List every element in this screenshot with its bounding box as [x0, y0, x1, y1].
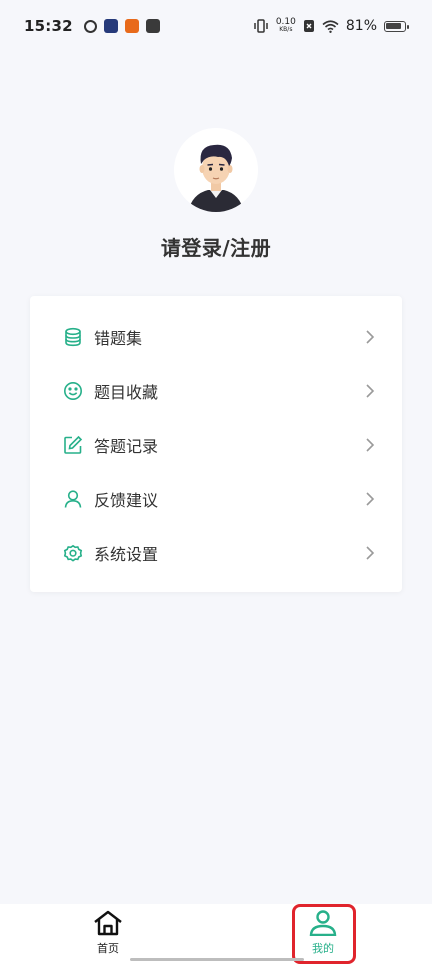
- app-notification-icon: [124, 19, 139, 33]
- menu-item-label: 题目收藏: [94, 383, 159, 402]
- sim-off-icon: [303, 20, 314, 32]
- status-bar-left: 15:32: [24, 17, 160, 35]
- nav-label-home: 首页: [97, 942, 119, 955]
- battery-level: [386, 22, 401, 29]
- chevron-right-icon: [366, 330, 375, 344]
- net-speed-value: 0.10: [275, 17, 296, 27]
- home-indicator: [130, 958, 304, 961]
- edit-icon: [62, 434, 84, 456]
- vibrate-icon: [254, 19, 268, 33]
- menu-item-favorites[interactable]: 题目收藏: [30, 364, 402, 418]
- battery-percent: 81%: [345, 18, 377, 34]
- login-register-link[interactable]: 请登录/注册: [161, 232, 271, 261]
- highlight-box: [292, 904, 356, 964]
- smile-icon: [62, 380, 84, 402]
- chevron-right-icon: [366, 384, 375, 398]
- home-icon: [94, 910, 122, 936]
- chevron-right-icon: [366, 492, 375, 506]
- settings-icon: [62, 542, 84, 564]
- bottom-nav: 首页 我的: [0, 904, 432, 964]
- battery-icon: [384, 20, 409, 32]
- menu-item-label: 错题集: [94, 329, 143, 348]
- app-notification-icon: [145, 19, 160, 33]
- net-speed: 0.10 KB/s: [276, 18, 296, 34]
- app-notification-icon: [83, 19, 97, 33]
- profile-section: 请登录/注册: [0, 128, 432, 261]
- avatar[interactable]: [174, 128, 258, 212]
- database-icon: [62, 326, 84, 348]
- menu-item-label: 系统设置: [94, 545, 159, 564]
- menu-item-wrong-questions[interactable]: 错题集: [30, 310, 402, 364]
- chevron-right-icon: [366, 546, 375, 560]
- status-bar: 15:32 0.10 KB/s 81%: [0, 0, 432, 52]
- menu-item-label: 反馈建议: [94, 491, 159, 510]
- menu-item-answer-records[interactable]: 答题记录: [30, 418, 402, 472]
- menu-item-label: 答题记录: [94, 437, 159, 456]
- chevron-right-icon: [366, 438, 375, 452]
- wifi-icon: [322, 19, 339, 33]
- menu-card: 错题集 题目收藏 答题记录 反馈建议 系统设置: [30, 296, 402, 592]
- status-bar-right: 0.10 KB/s 81%: [253, 18, 409, 34]
- status-time: 15:32: [24, 17, 73, 35]
- net-speed-unit: KB/s: [279, 26, 293, 33]
- menu-item-feedback[interactable]: 反馈建议: [30, 472, 402, 526]
- menu-item-settings[interactable]: 系统设置: [30, 526, 402, 580]
- user-icon: [62, 488, 84, 510]
- app-notification-icon: [103, 19, 118, 33]
- nav-tab-home[interactable]: 首页: [78, 910, 138, 960]
